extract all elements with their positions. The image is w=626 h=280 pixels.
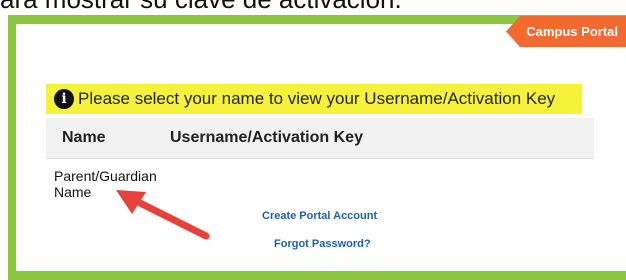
page: ara mostrar su clave de activación. Camp… (0, 0, 626, 280)
campus-portal-tab: Campus Portal (506, 16, 626, 47)
caption-text: ara mostrar su clave de activación. (0, 0, 402, 12)
column-header-username-activation-key: Username/Activation Key (170, 129, 363, 146)
table-header: Name Username/Activation Key (46, 118, 594, 159)
create-portal-account-link[interactable]: Create Portal Account (262, 210, 377, 222)
column-header-name: Name (62, 129, 106, 146)
red-arrow-annotation (116, 190, 210, 240)
forgot-password-link[interactable]: Forgot Password? (274, 238, 371, 250)
info-icon: i (54, 89, 74, 109)
notice-text: Please select your name to view your Use… (78, 89, 556, 108)
notice-banner: i Please select your name to view your U… (46, 84, 582, 114)
campus-portal-tab-label: Campus Portal (526, 24, 618, 39)
